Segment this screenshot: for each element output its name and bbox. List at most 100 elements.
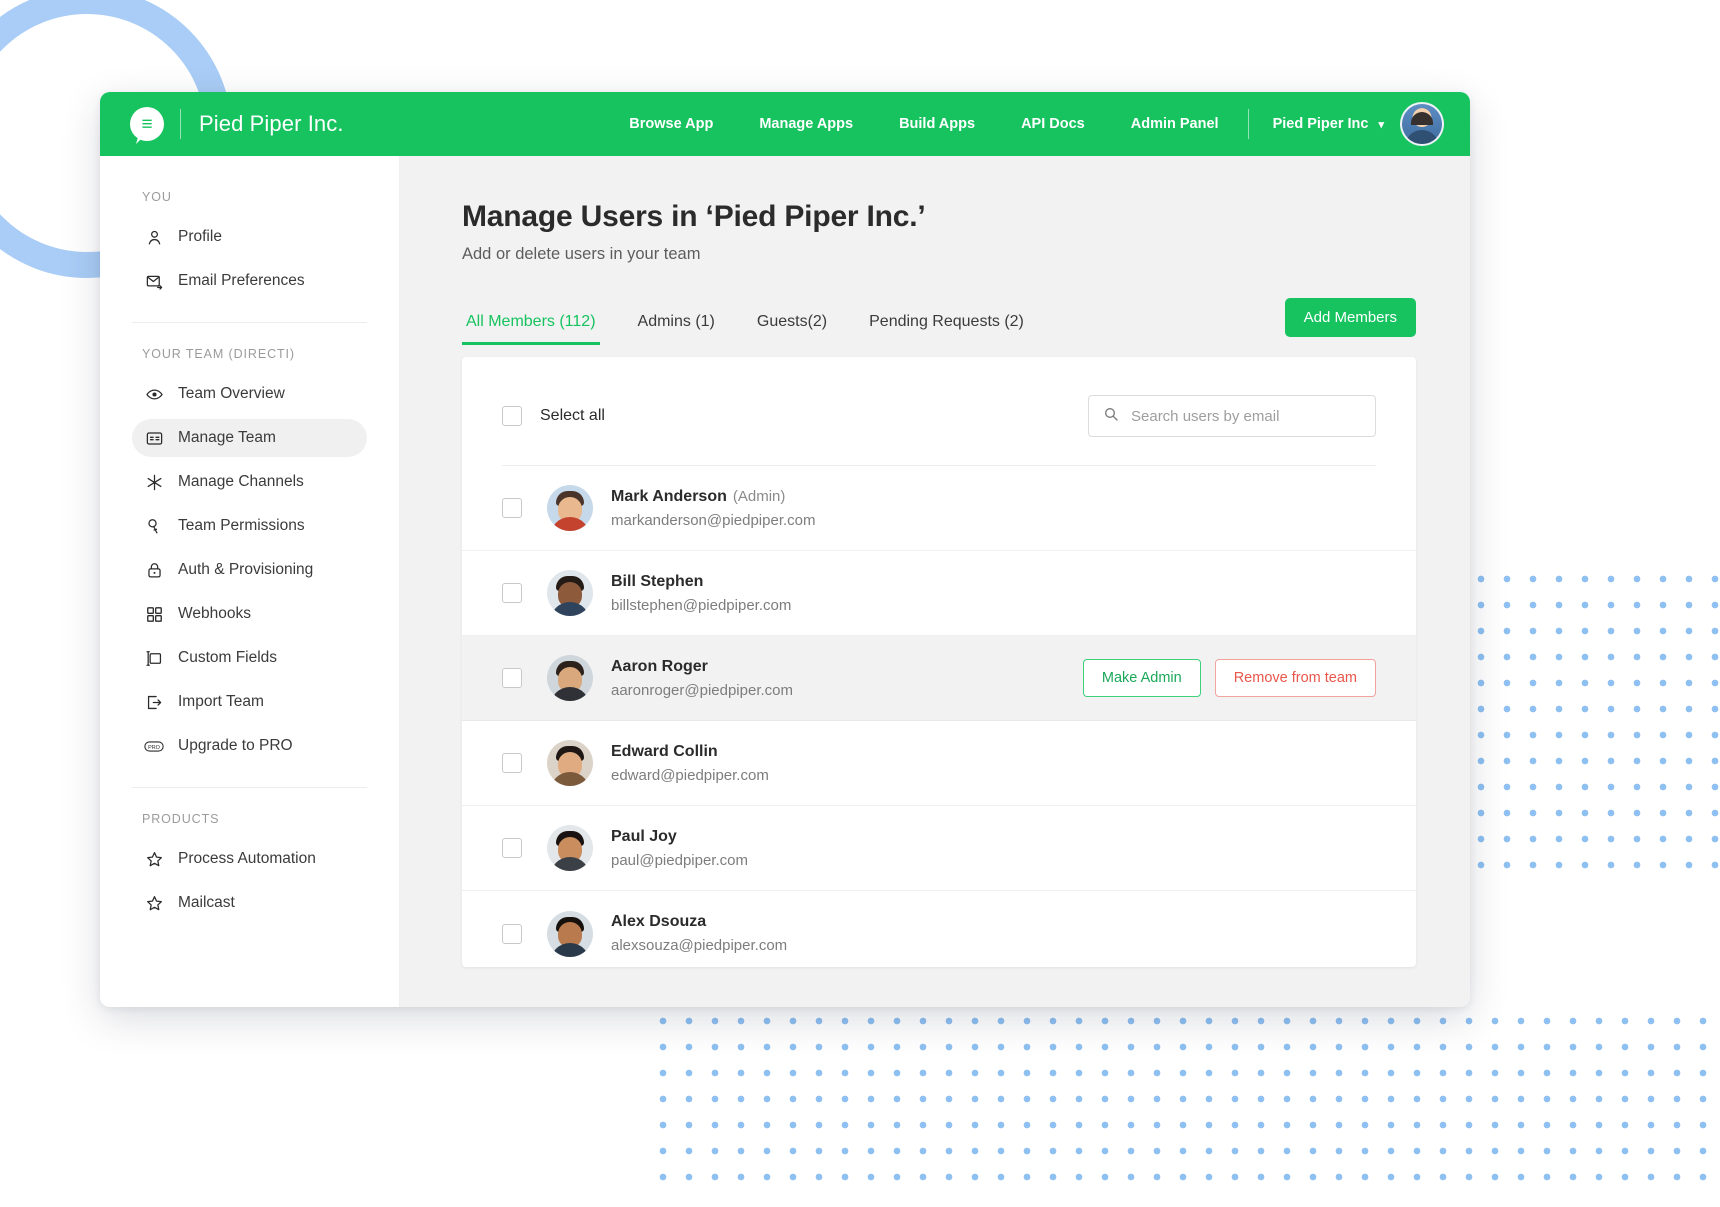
row-checkbox[interactable] (502, 923, 522, 944)
nav-link-admin-panel[interactable]: Admin Panel (1108, 116, 1242, 132)
sidebar-item-process-automation[interactable]: Process Automation (132, 840, 367, 878)
sidebar-item-auth-provisioning[interactable]: Auth & Provisioning (132, 551, 367, 589)
sidebar-item-custom-fields[interactable]: Custom Fields (132, 639, 367, 677)
pro-badge-icon: PRO (144, 736, 164, 756)
sidebar-item-upgrade-to-pro[interactable]: PRO Upgrade to PRO (132, 727, 367, 765)
user-email: billstephen@piedpiper.com (611, 596, 792, 614)
user-info: Mark Anderson (Admin) markanderson@piedpi… (611, 488, 816, 529)
user-info: Paul Joy paul@piedpiper.com (611, 828, 748, 869)
user-name-text: Edward Collin (611, 742, 718, 760)
row-checkbox[interactable] (502, 583, 522, 603)
select-all-checkbox[interactable] (502, 406, 522, 426)
user-name-text: Aaron Roger (611, 657, 708, 675)
nav-link-build-apps[interactable]: Build Apps (876, 116, 998, 132)
logo-glyph: ≡ (141, 113, 153, 135)
user-info: Aaron Roger aaronroger@piedpiper.com (611, 658, 793, 699)
sidebar-item-manage-team[interactable]: Manage Team (132, 419, 367, 457)
avatar (547, 740, 593, 786)
make-admin-button[interactable]: Make Admin (1082, 659, 1201, 697)
user-name: Alex Dsouza (611, 913, 787, 931)
row-checkbox[interactable] (502, 753, 522, 773)
row-checkbox[interactable] (502, 498, 522, 518)
select-all-control[interactable]: Select all (502, 406, 605, 426)
sidebar-item-import-team[interactable]: Import Team (132, 683, 367, 721)
add-members-button[interactable]: Add Members (1284, 298, 1416, 337)
tab-all-members[interactable]: All Members (112) (462, 313, 600, 345)
search-input[interactable] (1131, 407, 1361, 425)
grid-squares-icon (144, 604, 164, 624)
sidebar-item-profile[interactable]: Profile (132, 218, 367, 256)
app-window: ≡ Pied Piper Inc. Browse App Manage Apps… (100, 92, 1470, 1007)
sidebar-section-title: PRODUCTS (142, 812, 220, 826)
user-email: edward@piedpiper.com (611, 766, 769, 784)
select-all-label: Select all (540, 407, 605, 424)
user-info: Alex Dsouza alexsouza@piedpiper.com (611, 913, 787, 954)
user-name: Paul Joy (611, 828, 748, 846)
nav-link-manage-apps[interactable]: Manage Apps (736, 116, 876, 132)
sidebar-item-team-overview[interactable]: Team Overview (132, 375, 367, 413)
user-info: Bill Stephen billstephen@piedpiper.com (611, 573, 791, 614)
sidebar-item-mailcast[interactable]: Mailcast (132, 884, 367, 922)
table-row[interactable]: Mark Anderson (Admin) markanderson@piedpi… (462, 466, 1416, 551)
search-users-field[interactable] (1088, 395, 1376, 437)
search-icon (1103, 406, 1119, 427)
sidebar: YOU Profile Email Preferences YOUR TEAM … (100, 156, 400, 1007)
user-name: Bill Stephen (611, 573, 791, 591)
remove-from-team-button[interactable]: Remove from team (1214, 659, 1376, 697)
user-role-badge: (Admin) (732, 487, 786, 505)
nav-link-browse-app[interactable]: Browse App (606, 116, 736, 132)
nav-link-api-docs[interactable]: API Docs (998, 116, 1108, 132)
star-icon (144, 849, 164, 869)
table-row[interactable]: Aaron Roger aaronroger@piedpiper.com Mak… (462, 636, 1416, 721)
brand[interactable]: ≡ Pied Piper Inc. (130, 107, 344, 141)
sidebar-section-your-team: YOUR TEAM (DIRECTI) Team Overview Manage… (100, 347, 399, 765)
sidebar-item-label: Import Team (178, 693, 264, 710)
avatar[interactable] (1400, 102, 1444, 146)
user-name: Edward Collin (611, 743, 769, 761)
decorative-dot-grid-right (1468, 566, 1720, 876)
key-icon (144, 516, 164, 536)
row-checkbox[interactable] (502, 838, 522, 858)
tab-admins[interactable]: Admins (1) (634, 313, 719, 345)
piper-speech-bubble-icon: ≡ (130, 107, 164, 141)
tab-guests[interactable]: Guests(2) (753, 313, 831, 345)
tabs-row: All Members (112) Admins (1) Guests(2) P… (462, 298, 1416, 345)
user-email: markanderson@piedpiper.com (611, 511, 816, 529)
avatar (547, 655, 593, 701)
chevron-down-icon: ▾ (1378, 118, 1384, 131)
avatar (547, 910, 593, 957)
sidebar-item-manage-channels[interactable]: Manage Channels (132, 463, 367, 501)
user-name-text: Alex Dsouza (611, 913, 707, 930)
sidebar-item-label: Process Automation (178, 850, 316, 867)
user-email: alexsouza@piedpiper.com (611, 937, 788, 954)
table-row[interactable]: Paul Joy paul@piedpiper.com (462, 806, 1416, 891)
tab-pending-requests[interactable]: Pending Requests (2) (865, 313, 1028, 345)
account-menu[interactable]: Pied Piper Inc ▾ (1255, 116, 1384, 132)
user-email: paul@piedpiper.com (611, 851, 748, 869)
sidebar-item-label: Mailcast (178, 894, 235, 911)
main-content: Manage Users in ‘Pied Piper Inc.’ Add or… (400, 156, 1470, 1007)
asterisk-icon (144, 472, 164, 492)
row-checkbox[interactable] (502, 668, 522, 688)
user-email: aaronroger@piedpiper.com (611, 681, 793, 699)
table-row[interactable]: Bill Stephen billstephen@piedpiper.com (462, 551, 1416, 636)
sidebar-item-team-permissions[interactable]: Team Permissions (132, 507, 367, 545)
sidebar-item-webhooks[interactable]: Webhooks (132, 595, 367, 633)
account-label: Pied Piper Inc (1272, 116, 1369, 132)
decorative-dot-grid-bottom (650, 1008, 1720, 1198)
user-name-text: Mark Anderson (611, 487, 727, 505)
sidebar-item-label: Team Permissions (178, 517, 305, 534)
avatar (547, 825, 593, 871)
sidebar-item-email-preferences[interactable]: Email Preferences (132, 262, 367, 300)
eye-icon (144, 384, 164, 404)
tabs: All Members (112) Admins (1) Guests(2) P… (462, 313, 1028, 345)
table-row[interactable]: Alex Dsouza alexsouza@piedpiper.com (462, 891, 1416, 967)
sidebar-item-label: Profile (178, 228, 222, 245)
top-nav-links: Browse App Manage Apps Build Apps API Do… (606, 102, 1444, 146)
sidebar-item-label: Manage Channels (178, 473, 304, 490)
brand-name: Pied Piper Inc. (199, 111, 344, 136)
table-row[interactable]: Edward Collin edward@piedpiper.com (462, 721, 1416, 806)
nav-divider (1247, 109, 1249, 139)
row-actions: Make Admin Remove from team (1082, 659, 1376, 697)
screenshot-root: ≡ Pied Piper Inc. Browse App Manage Apps… (0, 0, 1720, 1207)
